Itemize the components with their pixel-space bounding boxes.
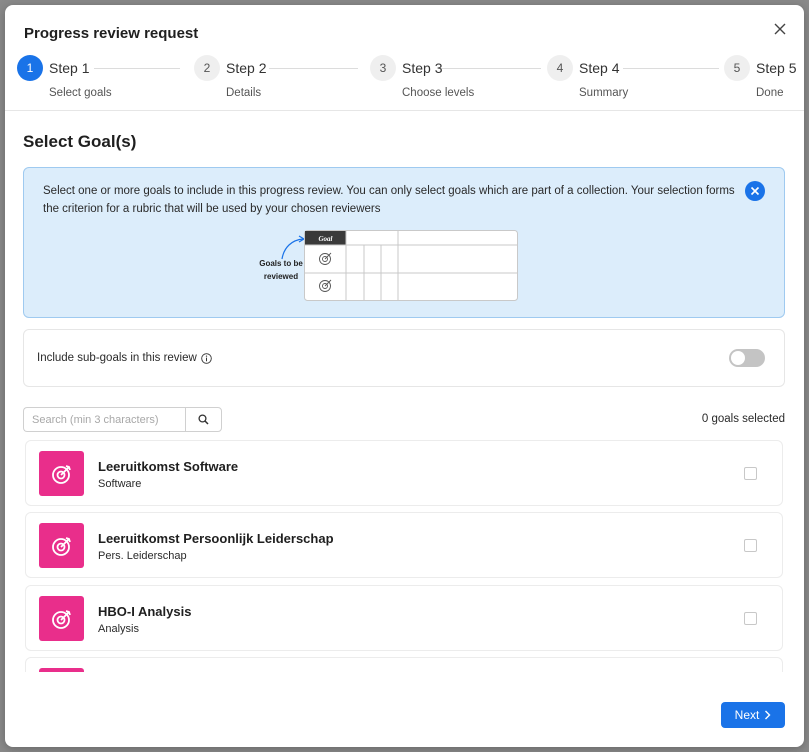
next-button[interactable]: Next	[721, 702, 785, 728]
illustration-label-line1: Goals to be	[259, 259, 303, 268]
goal-target-icon	[39, 523, 84, 568]
search-input[interactable]	[23, 407, 185, 432]
step-name: Step 4	[579, 60, 620, 76]
chevron-right-icon	[765, 710, 771, 720]
goal-checkbox[interactable]	[744, 467, 757, 480]
goal-title: Leeruitkomst Persoonlijk Leiderschap	[98, 531, 334, 546]
step-description: Done	[756, 87, 784, 99]
modal-title: Progress review request	[24, 25, 199, 42]
subgoals-label-wrap: Include sub-goals in this review	[37, 352, 212, 364]
search-button[interactable]	[185, 407, 222, 432]
info-text: Select one or more goals to include in t…	[43, 185, 735, 215]
close-icon	[750, 186, 760, 196]
step-name: Step 1	[49, 60, 90, 76]
step-name: Step 5	[756, 60, 797, 76]
goal-item-partial[interactable]	[25, 657, 783, 672]
toggle-knob	[731, 351, 745, 365]
step-connector	[438, 68, 541, 69]
section-title: Select Goal(s)	[23, 132, 137, 151]
goal-target-icon	[39, 596, 84, 641]
close-button[interactable]	[770, 19, 790, 39]
target-icon	[51, 609, 71, 629]
modal-content: Select Goal(s) Select one or more goals …	[5, 112, 804, 672]
search-bar	[23, 407, 222, 432]
info-panel: Select one or more goals to include in t…	[23, 167, 785, 318]
goal-subtitle: Analysis	[98, 623, 139, 635]
step-number: 1	[17, 55, 43, 81]
illustration-label-line2: reviewed	[264, 272, 298, 281]
step-number: 2	[194, 55, 220, 81]
goal-target-icon	[39, 451, 84, 496]
progress-review-modal: Progress review request 1 Step 1 Select …	[5, 5, 804, 747]
goal-checkbox[interactable]	[744, 539, 757, 552]
illustration-header: Goal	[319, 235, 333, 243]
step-number: 4	[547, 55, 573, 81]
goal-subtitle: Pers. Leiderschap	[98, 550, 187, 562]
target-icon	[51, 536, 71, 556]
target-icon	[51, 464, 71, 484]
step-connector	[623, 68, 719, 69]
step-description: Details	[226, 87, 262, 99]
goal-target-icon	[39, 668, 84, 672]
subgoals-label: Include sub-goals in this review	[37, 352, 197, 364]
subgoals-toggle[interactable]	[729, 349, 765, 367]
goal-checkbox[interactable]	[744, 612, 757, 625]
step-number: 5	[724, 55, 750, 81]
goal-item[interactable]: Leeruitkomst Software Software	[25, 440, 783, 506]
goal-title: Leeruitkomst Software	[98, 459, 239, 474]
step-name: Step 3	[402, 60, 443, 76]
step-number: 3	[370, 55, 396, 81]
close-icon	[774, 23, 786, 35]
step-description: Summary	[579, 87, 629, 99]
info-dismiss-button[interactable]	[745, 181, 765, 201]
goal-item[interactable]: Leeruitkomst Persoonlijk Leiderschap Per…	[25, 512, 783, 578]
rubric-illustration: Goals to be reviewed Goal	[259, 230, 518, 301]
goals-selected-count: 0 goals selected	[701, 413, 785, 425]
step-connector	[269, 68, 358, 69]
stepper: 1 Step 1 Select goals 2 Step 2 Details 3…	[5, 53, 804, 111]
next-label: Next	[734, 708, 760, 722]
step-name: Step 2	[226, 60, 267, 76]
goal-title: HBO-I Analysis	[98, 604, 192, 619]
search-icon	[198, 414, 209, 425]
goal-item[interactable]: HBO-I Analysis Analysis	[25, 585, 783, 651]
info-icon[interactable]	[201, 352, 212, 364]
step-description: Select goals	[49, 87, 112, 99]
step-connector	[94, 68, 180, 69]
goal-subtitle: Software	[98, 478, 142, 490]
subgoals-card: Include sub-goals in this review	[23, 329, 785, 387]
step-description: Choose levels	[402, 87, 475, 99]
